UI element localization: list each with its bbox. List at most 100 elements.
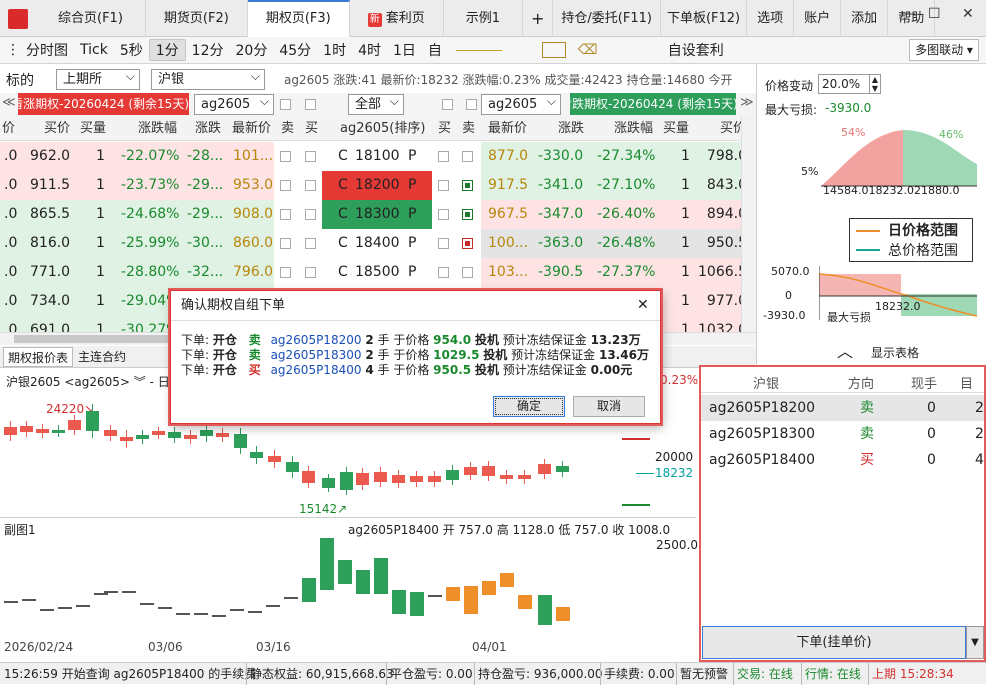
sub-candle — [104, 591, 118, 593]
tab-positions[interactable]: 持仓/委托(F11) — [553, 0, 661, 37]
col-put-change-pct[interactable]: 涨跌幅 — [614, 116, 653, 141]
tab-order-board[interactable]: 下单板(F12) — [661, 0, 748, 37]
btn-20m[interactable]: 20分 — [230, 40, 274, 60]
order-row[interactable]: ag2605P18400 买 0 4 — [701, 447, 984, 473]
put-buy-checkbox[interactable] — [438, 179, 449, 191]
tab-example1[interactable]: 示例1 — [444, 0, 524, 37]
cell-put-pct: -27.37% — [597, 264, 656, 280]
tab-overview[interactable]: 综合页(F1) — [36, 0, 146, 37]
table-row[interactable]: .0 865.5 1 -24.68% -29... 908.0 C 18300 P 967.5 -3… — [0, 200, 756, 229]
call-sell-checkbox[interactable] — [280, 208, 291, 220]
submit-order-button[interactable]: 下单(挂单价) — [702, 626, 966, 659]
strike-range-select[interactable]: 全部 — [348, 92, 404, 115]
menu-account[interactable]: 账户 — [794, 0, 842, 37]
grid-vscrollbar[interactable] — [741, 116, 756, 332]
table-row[interactable]: .0 911.5 1 -23.73% -29... 953.0 C 18200 P 917.5 -3… — [0, 171, 756, 200]
btn-4h[interactable]: 4时 — [352, 40, 387, 60]
dialog-cancel-button[interactable]: 取消 — [573, 396, 645, 417]
put-sell-checkbox[interactable] — [462, 179, 473, 191]
dialog-ok-button[interactable]: 确定 — [493, 396, 565, 417]
call-contract-select[interactable]: ag2605 — [194, 92, 274, 115]
col-strike[interactable]: ag2605(排序) — [340, 116, 425, 141]
col-sell[interactable]: 卖 — [281, 116, 294, 141]
exchange-select[interactable]: 上期所 — [56, 67, 140, 90]
col-change-pct[interactable]: 涨跌幅 — [138, 116, 177, 141]
line-tool-icon[interactable] — [455, 49, 502, 51]
tab-main-contract[interactable]: 主连合约 — [78, 347, 126, 367]
put-filter-checkbox-1[interactable] — [442, 99, 453, 110]
call-sell-checkbox[interactable] — [280, 237, 291, 249]
price-change-spinner[interactable]: ▲ ▼ — [869, 74, 881, 94]
multi-link-dropdown[interactable]: 多图联动 ▾ — [909, 39, 979, 61]
rect-tool-icon[interactable] — [541, 42, 566, 58]
btn-tick[interactable]: Tick — [74, 42, 114, 58]
call-buy-checkbox[interactable] — [305, 266, 316, 278]
table-row[interactable]: .0 816.0 1 -25.99% -30... 860.0 C 18400 P 100... -… — [0, 229, 756, 258]
submit-dropdown-icon[interactable]: ▼ — [966, 626, 984, 659]
put-sell-checkbox[interactable] — [462, 150, 473, 162]
minimize-icon[interactable]: — — [902, 6, 916, 22]
eraser-icon[interactable]: ⌫ — [572, 42, 604, 58]
price-change-input[interactable]: 20.0% — [818, 74, 870, 94]
menu-options[interactable]: 选项 — [747, 0, 795, 37]
btn-5s[interactable]: 5秒 — [114, 40, 149, 60]
put-buy-checkbox[interactable] — [438, 208, 449, 220]
btn-custom[interactable]: 自 — [422, 40, 448, 60]
put-sell-checkbox[interactable] — [462, 237, 473, 249]
put-sell-checkbox[interactable] — [462, 208, 473, 220]
col-put-change[interactable]: 涨跌 — [558, 116, 584, 141]
col-bid-vol[interactable]: 买量 — [80, 116, 106, 141]
btn-1h[interactable]: 1时 — [317, 40, 352, 60]
call-buy-checkbox[interactable] — [305, 179, 316, 191]
table-row[interactable]: .0 771.0 1 -28.80% -32... 796.0 C 18500 P 103... -… — [0, 258, 756, 287]
put-buy-checkbox[interactable] — [438, 266, 449, 278]
btn-45m[interactable]: 45分 — [273, 40, 317, 60]
col-last[interactable]: 最新价 — [232, 116, 271, 141]
col-price[interactable]: 价 — [2, 116, 15, 141]
col-put-buy[interactable]: 买 — [438, 116, 451, 141]
order-row[interactable]: ag2605P18300 卖 0 2 — [701, 421, 984, 447]
put-contract-select[interactable]: ag2605 — [481, 92, 561, 115]
next-expiry-icon[interactable]: ≫ — [740, 95, 754, 110]
tab-arbitrage[interactable]: 新套利页 — [350, 0, 444, 37]
tab-quote-table[interactable]: 期权报价表 — [3, 347, 74, 367]
col-buy[interactable]: 买 — [305, 116, 318, 141]
call-filter-checkbox-1[interactable] — [280, 99, 291, 110]
call-sell-checkbox[interactable] — [280, 179, 291, 191]
table-row[interactable]: .0 962.0 1 -22.07% -28... 101... C 18100 P 877.0-… — [0, 142, 756, 171]
add-tab-button[interactable]: + — [523, 0, 554, 37]
close-icon[interactable]: ✕ — [962, 6, 974, 22]
col-change[interactable]: 涨跌 — [195, 116, 221, 141]
kline-candle — [446, 470, 459, 480]
col-bid[interactable]: 买价 — [44, 116, 70, 141]
btn-timeshare[interactable]: 分时图 — [20, 40, 74, 60]
call-sell-checkbox[interactable] — [280, 150, 291, 162]
call-sell-checkbox[interactable] — [280, 266, 291, 278]
tab-options[interactable]: 期权页(F3) — [247, 0, 350, 37]
col-put-last[interactable]: 最新价 — [488, 116, 527, 141]
put-buy-checkbox[interactable] — [438, 150, 449, 162]
put-sell-checkbox[interactable] — [462, 266, 473, 278]
tab-futures[interactable]: 期货页(F2) — [146, 0, 248, 37]
btn-custom-arb[interactable]: 自设套利 — [662, 40, 730, 60]
call-buy-checkbox[interactable] — [305, 150, 316, 162]
product-select[interactable]: 沪银 — [151, 67, 265, 90]
sub-chart[interactable]: 副图1 ag2605P18400 开 757.0 高 1128.0 低 757.… — [0, 518, 698, 636]
btn-1m[interactable]: 1分 — [148, 39, 186, 61]
maximize-icon[interactable]: ☐ — [928, 6, 941, 22]
chevron-up-icon[interactable]: ︿ — [837, 338, 853, 362]
dialog-close-icon[interactable]: ✕ — [637, 297, 649, 313]
order-row[interactable]: ag2605P18200 卖 0 2 — [701, 395, 984, 421]
prev-expiry-icon[interactable]: ≪ — [2, 95, 16, 110]
call-buy-checkbox[interactable] — [305, 208, 316, 220]
put-buy-checkbox[interactable] — [438, 237, 449, 249]
col-put-sell[interactable]: 卖 — [462, 116, 475, 141]
btn-1d[interactable]: 1日 — [387, 40, 422, 60]
put-filter-checkbox-2[interactable] — [466, 99, 477, 110]
btn-12m[interactable]: 12分 — [186, 40, 230, 60]
call-buy-checkbox[interactable] — [305, 237, 316, 249]
col-put-bid-vol[interactable]: 买量 — [663, 116, 689, 141]
show-table-button[interactable]: 显示表格 — [871, 344, 919, 361]
call-filter-checkbox-2[interactable] — [305, 99, 316, 110]
menu-add[interactable]: 添加 — [841, 0, 889, 37]
